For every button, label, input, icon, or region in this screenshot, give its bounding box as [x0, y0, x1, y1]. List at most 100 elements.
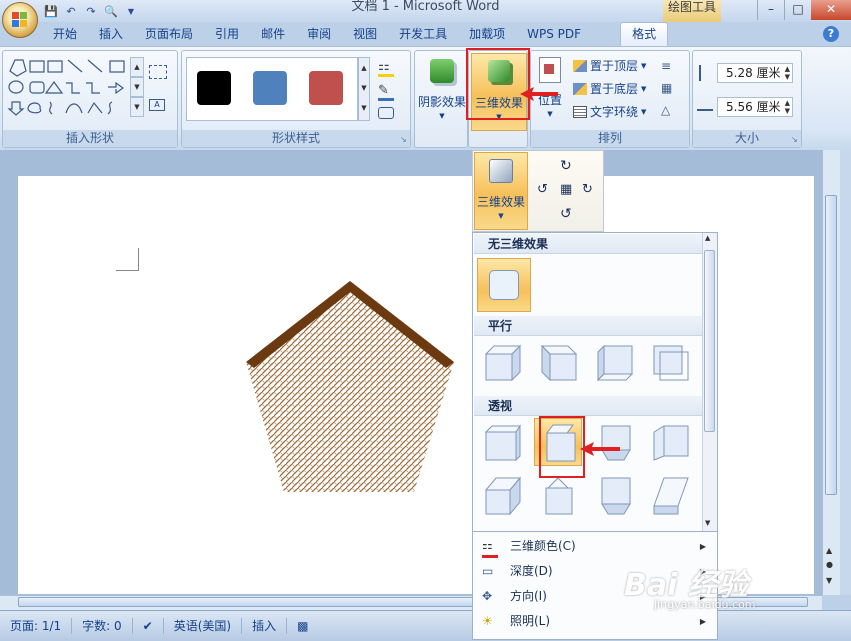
quick-access-toolbar: 💾 ↶ ↷ 🔍 ▼	[44, 2, 138, 20]
pentagon-shape[interactable]	[244, 278, 456, 498]
fill-color-icon[interactable]: ⚏	[378, 59, 394, 77]
macro-record-icon[interactable]: ▩	[287, 618, 318, 634]
lighting-icon: ☀	[482, 614, 493, 628]
status-page[interactable]: 页面: 1/1	[0, 618, 73, 634]
tab-insert[interactable]: 插入	[88, 22, 134, 46]
tab-developer[interactable]: 开发工具	[388, 22, 458, 46]
tab-references[interactable]: 引用	[204, 22, 250, 46]
save-icon[interactable]: 💾	[44, 4, 58, 18]
tilt-up-icon[interactable]: ↻	[560, 158, 572, 174]
height-spinner[interactable]: 5.28 厘米 ▲ ▼	[717, 63, 793, 83]
3d-toggle-icon[interactable]: ▦	[560, 182, 572, 197]
minimize-button[interactable]: –	[757, 0, 784, 20]
text-wrap-button[interactable]: 文字环绕 ▼	[573, 103, 646, 120]
style-swatch-black[interactable]	[197, 71, 231, 105]
outline-color-icon[interactable]: ✎	[378, 83, 394, 101]
right-edge-strip	[840, 150, 851, 595]
tab-format[interactable]: 格式	[620, 22, 669, 46]
style-swatch-blue[interactable]	[253, 71, 287, 105]
highlight-3d-effects-button	[466, 48, 530, 120]
group-label-size: 大小	[693, 130, 801, 147]
undo-icon[interactable]: ↶	[64, 4, 78, 18]
status-words[interactable]: 字数: 0	[72, 618, 133, 634]
office-button[interactable]	[2, 2, 38, 38]
redo-icon[interactable]: ↷	[84, 4, 98, 18]
print-preview-icon[interactable]: 🔍	[104, 4, 118, 18]
tilt-right-icon[interactable]: ↻	[582, 182, 593, 197]
shadow-effects-label: 阴影效果	[417, 95, 466, 109]
text-wrap-label: 文字环绕	[590, 105, 639, 119]
parallel-option-3[interactable]	[590, 338, 638, 386]
help-button[interactable]: ?	[823, 26, 839, 42]
styles-scroll[interactable]: ▲ ▼ ▼	[358, 57, 370, 121]
tab-wps-pdf[interactable]: WPS PDF	[516, 22, 592, 46]
parallel-option-1[interactable]	[478, 338, 526, 386]
tilt-left-icon[interactable]: ↺	[537, 182, 548, 197]
tab-review[interactable]: 审阅	[296, 22, 342, 46]
3d-effects-dropdown-button[interactable]: 三维效果 ▼	[474, 152, 528, 230]
shapes-gallery[interactable]	[6, 57, 128, 119]
size-launcher-icon[interactable]: ↘	[791, 136, 799, 144]
text-wrap-icon	[573, 105, 587, 118]
shadow-effects-button[interactable]: 阴影效果 ▼	[417, 53, 467, 131]
parallel-option-4[interactable]	[646, 338, 694, 386]
perspective-option-7[interactable]	[590, 472, 638, 520]
tab-view[interactable]: 视图	[342, 22, 388, 46]
menu-lighting[interactable]: ☀ 照明(L) ▶	[474, 609, 716, 634]
vertical-scroll-thumb[interactable]	[825, 195, 837, 495]
gallery-scroll-down-icon[interactable]: ▼	[705, 519, 710, 527]
menu-3d-color[interactable]: ⚏ 三维颜色(C) ▶	[474, 534, 716, 559]
group-insert-shapes: ▲ ▼ ▼ A 插入形状	[2, 50, 178, 148]
tab-page-layout[interactable]: 页面布局	[134, 22, 204, 46]
send-to-back-button[interactable]: 置于底层 ▼	[573, 80, 646, 97]
width-icon	[697, 101, 713, 111]
width-spinner[interactable]: 5.56 厘米 ▲ ▼	[717, 97, 793, 117]
shadow-effects-icon	[430, 59, 454, 83]
close-button[interactable]: ✕	[811, 0, 851, 20]
maximize-button[interactable]: □	[784, 0, 811, 20]
style-swatch-red[interactable]	[309, 71, 343, 105]
perspective-option-1[interactable]	[478, 418, 526, 466]
section-perspective: 透视	[474, 396, 702, 416]
status-bar: 页面: 1/1 字数: 0 ✔ 英语(美国) 插入 ▩	[0, 610, 851, 641]
ribbon: ▲ ▼ ▼ A 插入形状 ▲ ▼ ▼ ⚏ ✎ 形状样式 ↘ 阴影效果 ▼ 三维效果	[0, 46, 851, 152]
send-back-label: 置于底层	[590, 82, 639, 96]
perspective-option-8[interactable]	[646, 472, 694, 520]
change-shape-icon[interactable]	[378, 107, 394, 119]
tab-addins[interactable]: 加载项	[458, 22, 516, 46]
parallel-option-2[interactable]	[534, 338, 582, 386]
text-box-icon[interactable]: A	[149, 99, 165, 111]
shapes-scroll-down[interactable]: ▼	[130, 77, 144, 97]
pointer-arrow-gallery	[580, 442, 620, 456]
tab-home[interactable]: 开始	[42, 22, 88, 46]
gallery-scroll-up-icon[interactable]: ▲	[705, 234, 710, 242]
perspective-option-5[interactable]	[478, 472, 526, 520]
align-icon[interactable]: ≡	[661, 59, 671, 73]
proofing-icon[interactable]: ✔	[133, 618, 164, 634]
no-3d-effect-option[interactable]	[477, 258, 531, 312]
status-mode[interactable]: 插入	[242, 618, 288, 634]
group-objects-icon[interactable]: ▦	[661, 81, 672, 95]
edit-shape-icon[interactable]	[149, 65, 167, 79]
pointer-arrow-ribbon	[520, 87, 558, 101]
direction-icon: ✥	[482, 589, 493, 603]
position-icon	[539, 57, 561, 83]
tab-mailings[interactable]: 邮件	[250, 22, 296, 46]
gallery-scroll-thumb[interactable]	[704, 250, 715, 432]
perspective-option-6[interactable]	[534, 472, 582, 520]
shapes-more[interactable]: ▼	[130, 97, 144, 117]
customize-icon[interactable]: ▼	[124, 4, 138, 18]
shapes-scroll-up[interactable]: ▲	[130, 57, 144, 77]
3d-cube-icon	[489, 159, 513, 183]
shape-styles-launcher-icon[interactable]: ↘	[400, 136, 408, 144]
window-controls: – □ ✕	[757, 0, 851, 20]
bring-to-front-button[interactable]: 置于顶层 ▼	[573, 57, 646, 74]
3d-dropdown-label: 三维效果	[476, 195, 525, 209]
paint-bucket-icon: ⚏	[482, 539, 498, 558]
perspective-option-4[interactable]	[646, 418, 694, 466]
rotate-icon[interactable]: △	[661, 103, 670, 117]
status-language[interactable]: 英语(美国)	[164, 618, 243, 634]
tilt-down-icon[interactable]: ↺	[560, 206, 572, 222]
group-label-insert-shapes: 插入形状	[3, 130, 177, 147]
browse-prev-icon[interactable]: ▲	[826, 546, 832, 555]
